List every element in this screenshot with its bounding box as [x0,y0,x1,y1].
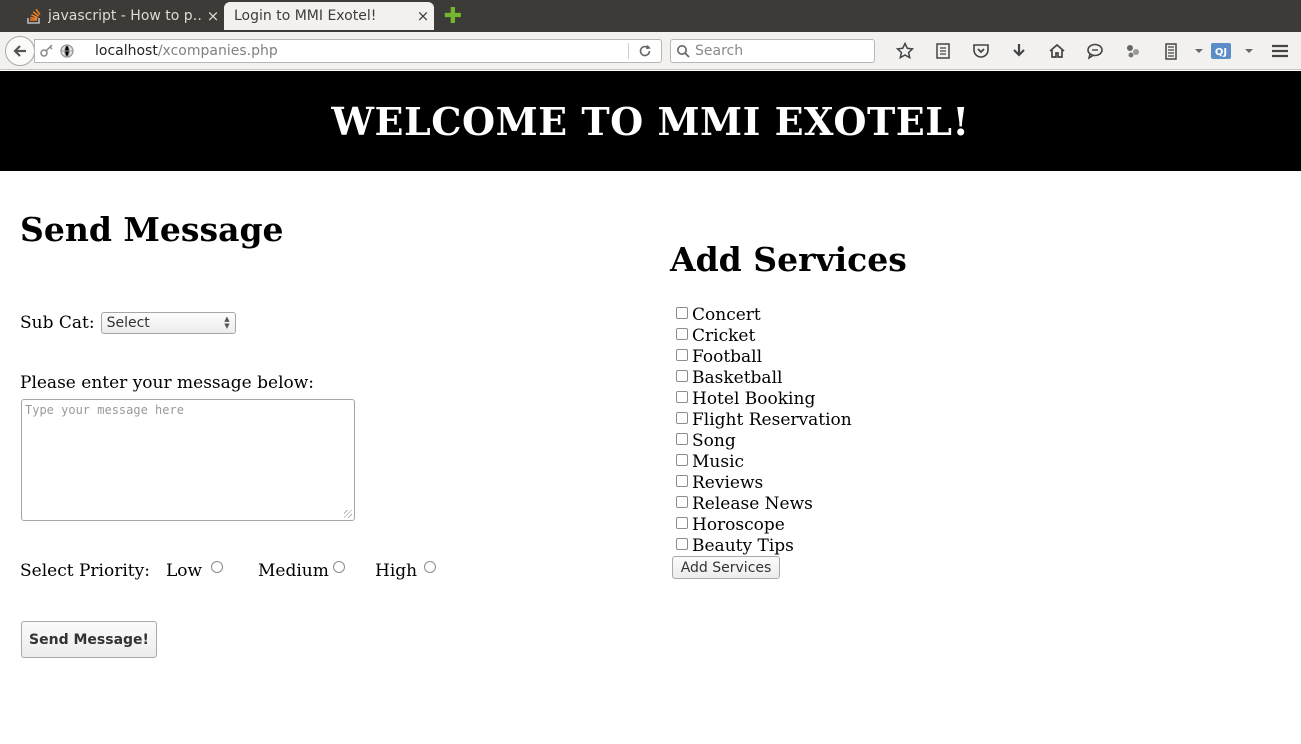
back-button[interactable] [5,36,35,66]
priority-high-radio[interactable] [424,561,436,573]
priority-label: Select Priority: [20,561,150,581]
subcat-select[interactable]: Select ▲ ▼ [100,312,236,334]
message-textarea[interactable]: Type your message here [21,399,355,521]
clipboard-icon[interactable] [1152,40,1190,62]
message-placeholder: Type your message here [25,403,184,417]
url-text[interactable]: localhost/xcompanies.php [95,43,278,59]
globe-icon[interactable] [59,43,75,59]
page-banner: WELCOME TO MMI EXOTEL! [0,71,1301,171]
reading-list-icon[interactable] [924,40,962,62]
service-label: Concert [692,304,761,325]
priority-high-label: High [375,561,418,581]
subcat-row: Sub Cat: Select ▲ ▼ [20,312,236,334]
tab-stackoverflow[interactable]: javascript - How to p… × [14,2,224,30]
url-path: /xcompanies.php [157,43,278,59]
search-bar[interactable]: Search [670,39,875,63]
priority-medium-label: Medium [258,561,329,581]
add-services-heading: Add Services [670,240,907,279]
tab-title: Login to MMI Exotel! [234,8,377,24]
chat-icon[interactable] [1076,40,1114,62]
service-checkbox[interactable] [676,454,688,466]
service-label: Football [692,346,763,367]
service-item: Basketball [676,367,852,388]
service-label: Release News [692,493,813,514]
service-checkbox[interactable] [676,412,688,424]
priority-row: Select Priority: Low Medium High [20,561,460,583]
service-checkbox[interactable] [676,475,688,487]
key-icon[interactable] [39,43,55,59]
add-services-button[interactable]: Add Services [672,556,780,579]
pocket-icon[interactable] [962,40,1000,62]
subcat-label: Sub Cat: [20,313,95,333]
priority-low-label: Low [166,561,203,581]
send-message-heading: Send Message [20,210,284,249]
search-placeholder: Search [695,43,744,59]
service-checkbox[interactable] [676,433,688,445]
service-item: Reviews [676,472,852,493]
tab-login-mmi-exotel[interactable]: Login to MMI Exotel! × [224,2,434,30]
service-label: Flight Reservation [692,409,852,430]
services-list: Concert Cricket Football Basketball Hote… [676,304,852,556]
browser-tab-bar: javascript - How to p… × Login to MMI Ex… [0,0,1301,32]
search-icon [676,44,690,58]
back-arrow-icon [13,45,26,57]
url-bar[interactable]: localhost/xcompanies.php [34,39,662,63]
service-checkbox[interactable] [676,370,688,382]
url-separator [628,43,629,59]
select-arrows-icon: ▲ ▼ [224,315,230,330]
service-checkbox[interactable] [676,307,688,319]
dropdown-icon[interactable] [1190,40,1208,62]
home-icon[interactable] [1038,40,1076,62]
service-checkbox[interactable] [676,349,688,361]
service-item: Release News [676,493,852,514]
svg-text:QJ: QJ [1215,47,1227,58]
download-icon[interactable] [1000,40,1038,62]
toolbar-icons: QJ [886,40,1264,62]
hamburger-menu-icon[interactable] [1268,40,1292,62]
subcat-selected-value: Select [106,315,150,331]
service-label: Cricket [692,325,756,346]
qj-extension-icon[interactable]: QJ [1208,40,1234,62]
service-label: Song [692,430,736,451]
service-checkbox[interactable] [676,496,688,508]
service-item: Song [676,430,852,451]
service-item: Hotel Booking [676,388,852,409]
reload-icon[interactable] [637,42,653,60]
service-item: Football [676,346,852,367]
stackoverflow-icon [24,8,44,24]
message-label: Please enter your message below: [20,373,315,393]
bookmark-star-icon[interactable] [886,40,924,62]
service-item: Concert [676,304,852,325]
navigation-toolbar: localhost/xcompanies.php Search QJ [0,32,1301,70]
resize-grip-icon[interactable] [344,510,352,518]
service-checkbox[interactable] [676,391,688,403]
tab-close-icon[interactable]: × [202,7,224,25]
addon-icon[interactable] [1114,40,1152,62]
service-checkbox[interactable] [676,538,688,550]
service-item: Music [676,451,852,472]
priority-medium-radio[interactable] [333,561,345,573]
tab-close-icon[interactable]: × [412,7,434,25]
service-item: Cricket [676,325,852,346]
service-item: Horoscope [676,514,852,535]
priority-low-radio[interactable] [211,561,223,573]
url-host: localhost [95,43,158,59]
service-label: Hotel Booking [692,388,816,409]
new-tab-button[interactable]: ✚ [442,4,464,29]
service-checkbox[interactable] [676,517,688,529]
dropdown-icon[interactable] [1234,40,1264,62]
service-label: Basketball [692,367,783,388]
send-message-button[interactable]: Send Message! [21,621,157,658]
service-label: Reviews [692,472,764,493]
service-label: Beauty Tips [692,535,794,556]
service-label: Music [692,451,745,472]
service-checkbox[interactable] [676,328,688,340]
banner-title: WELCOME TO MMI EXOTEL! [331,98,970,144]
service-label: Horoscope [692,514,785,535]
service-item: Beauty Tips [676,535,852,556]
service-item: Flight Reservation [676,409,852,430]
tab-title: javascript - How to p… [48,8,202,24]
